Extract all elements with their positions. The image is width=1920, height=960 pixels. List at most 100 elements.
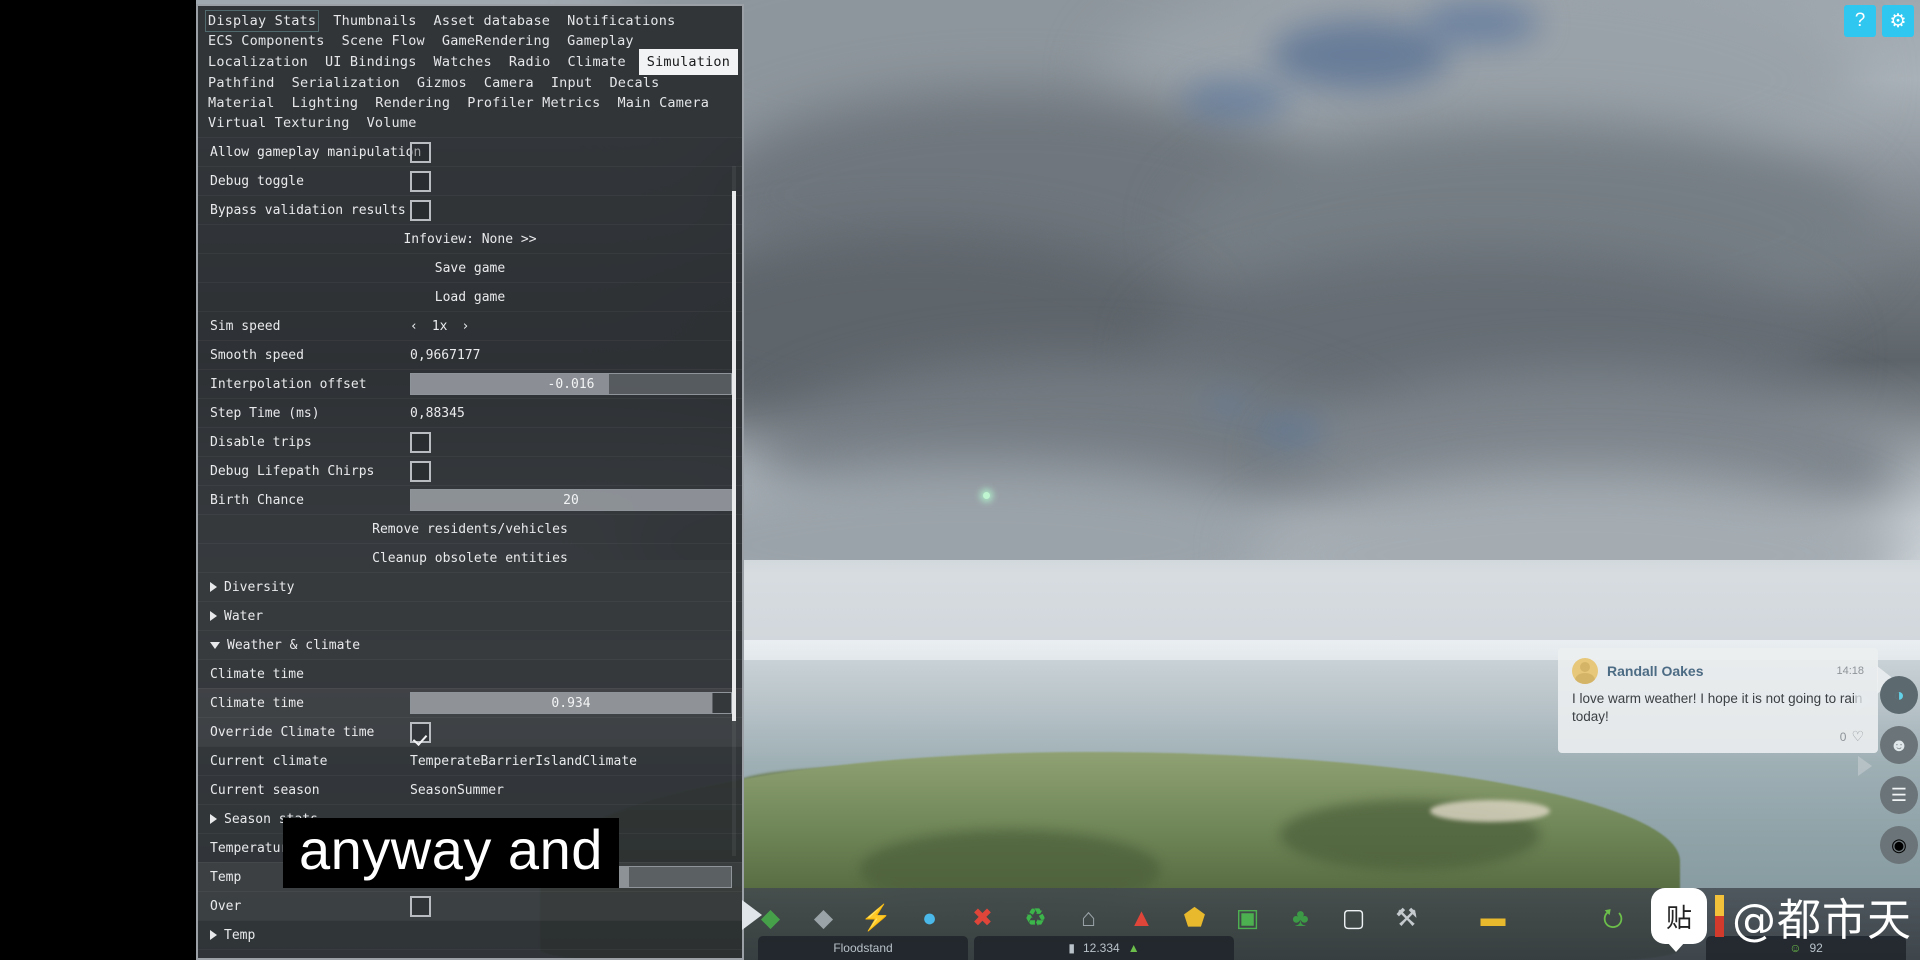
vertical-scrollbar[interactable] [732,166,736,856]
debug-tab-bar[interactable]: Display Stats Thumbnails Asset database … [198,6,742,137]
row-bypass-validation-results[interactable]: Bypass validation results [198,195,742,224]
water-toggle[interactable]: Water [198,609,410,624]
healthcare-tool-icon[interactable]: ✖ [956,905,1009,931]
row-save-game[interactable]: Save game [198,253,742,282]
tab-profiler-metrics[interactable]: Profiler Metrics [465,93,602,113]
roads-tool-icon[interactable]: ◆ [797,905,850,931]
tab-gizmos[interactable]: Gizmos [415,73,469,93]
zoning-tool-icon[interactable]: ◆ [744,905,797,931]
row-infoview[interactable]: Infoview: None >> [198,224,742,253]
row-weather-climate[interactable]: Weather & climate [198,630,742,659]
garbage-tool-icon[interactable]: ♻ [1009,905,1062,931]
tab-localization[interactable]: Localization [206,52,310,72]
tab-gamerendering[interactable]: GameRendering [440,31,552,51]
population-chip[interactable]: ▮ 12.334 ▲ [974,936,1234,960]
row-cleanup-obsolete-entities[interactable]: Cleanup obsolete entities [198,543,742,572]
infoview-button[interactable]: Infoview: None >> [198,232,742,247]
tab-simulation[interactable]: Simulation [638,49,739,75]
override-temperature-checkbox[interactable] [410,895,431,917]
allow-gameplay-manipulation-checkbox[interactable] [410,141,431,163]
tab-ui-bindings[interactable]: UI Bindings [323,52,419,72]
electricity-tool-icon[interactable]: ⚡ [850,905,903,931]
gear-icon[interactable]: ⚙ [1882,5,1914,37]
tab-lighting[interactable]: Lighting [290,93,361,113]
row-temperature-sub[interactable]: Temp [198,920,742,949]
scrollbar-thumb[interactable] [732,191,736,721]
snow-sin-speed-prev-button[interactable]: ‹ [410,957,418,959]
row-snow-sin-speed[interactable]: Snow sin speed ‹ 1x › [198,949,742,959]
slider-knob[interactable] [713,693,731,713]
tab-volume[interactable]: Volume [365,113,419,133]
birth-chance-slider[interactable]: 20 [410,489,732,511]
water-sewage-tool-icon[interactable]: ● [903,905,956,931]
tab-input[interactable]: Input [549,73,595,93]
communications-tool-icon[interactable]: ▢ [1327,905,1380,931]
row-birth-chance[interactable]: Birth Chance 20 [198,485,742,514]
temperature-sub-toggle[interactable]: Temp [198,928,410,943]
tab-serialization[interactable]: Serialization [290,73,402,93]
heart-icon[interactable]: ♡ [1851,728,1864,745]
disable-trips-checkbox[interactable] [410,431,431,453]
sim-speed-prev-button[interactable]: ‹ [410,319,418,334]
tab-radio[interactable]: Radio [507,52,553,72]
notes-button[interactable]: ☰ [1880,776,1918,814]
citizen-info-button[interactable]: ☻ [1880,726,1918,764]
help-icon[interactable]: ? [1844,5,1876,37]
remove-residents-vehicles-button[interactable]: Remove residents/vehicles [198,522,742,537]
tab-main-camera[interactable]: Main Camera [615,93,711,113]
interpolation-offset-slider[interactable]: -0.016 [410,373,732,395]
row-sim-speed[interactable]: Sim speed ‹ 1x › [198,311,742,340]
weather-climate-toggle[interactable]: Weather & climate [198,638,410,653]
row-override-temperature[interactable]: Over [198,891,742,920]
row-climate-time[interactable]: Climate time 0.934 [198,688,742,717]
photo-mode-button[interactable]: ◉ [1880,826,1918,864]
tab-camera[interactable]: Camera [482,73,536,93]
chirper-message[interactable]: Randall Oakes 14:18 I love warm weather!… [1558,648,1895,754]
floodstand-chip[interactable]: Floodstand [758,936,968,960]
climate-time-slider[interactable]: 0.934 [410,692,732,714]
transportation-tool-icon[interactable]: ▣ [1221,905,1274,931]
snow-sin-speed-next-button[interactable]: › [461,957,469,959]
water-tool-button[interactable]: ◑ [1880,676,1918,714]
tab-material[interactable]: Material [206,93,277,113]
snow-sin-speed-stepper[interactable]: ‹ 1x › [410,957,469,959]
police-tool-icon[interactable]: ⬟ [1168,905,1221,931]
tab-climate[interactable]: Climate [565,52,627,72]
row-load-game[interactable]: Load game [198,282,742,311]
load-game-button[interactable]: Load game [198,290,742,305]
tab-scene-flow[interactable]: Scene Flow [340,31,427,51]
sim-speed-next-button[interactable]: › [461,319,469,334]
row-disable-trips[interactable]: Disable trips [198,427,742,456]
save-game-button[interactable]: Save game [198,261,742,276]
tab-virtual-texturing[interactable]: Virtual Texturing [206,113,352,133]
tab-pathfind[interactable]: Pathfind [206,73,277,93]
tab-decals[interactable]: Decals [607,73,661,93]
tab-thumbnails[interactable]: Thumbnails [331,11,418,31]
tab-gameplay[interactable]: Gameplay [565,31,636,51]
tab-rendering[interactable]: Rendering [373,93,452,113]
fire-rescue-tool-icon[interactable]: ▲ [1115,905,1168,931]
row-remove-residents-vehicles[interactable]: Remove residents/vehicles [198,514,742,543]
chirper-author[interactable]: Randall Oakes [1607,663,1827,679]
tab-watches[interactable]: Watches [432,52,494,72]
diversity-toggle[interactable]: Diversity [198,580,410,595]
sim-speed-stepper[interactable]: ‹ 1x › [410,319,469,334]
tab-notifications[interactable]: Notifications [565,11,677,31]
row-interpolation-offset[interactable]: Interpolation offset -0.016 [198,369,742,398]
debug-lifepath-chirps-checkbox[interactable] [410,460,431,482]
tab-ecs-components[interactable]: ECS Components [206,31,327,51]
row-debug-toggle[interactable]: Debug toggle [198,166,742,195]
cleanup-obsolete-entities-button[interactable]: Cleanup obsolete entities [198,551,742,566]
row-debug-lifepath-chirps[interactable]: Debug Lifepath Chirps [198,456,742,485]
debug-panel[interactable]: Display Stats Thumbnails Asset database … [196,4,744,960]
row-diversity[interactable]: Diversity [198,572,742,601]
row-water[interactable]: Water [198,601,742,630]
debug-toggle-checkbox[interactable] [410,170,431,192]
row-allow-gameplay-manipulation[interactable]: Allow gameplay manipulation [198,137,742,166]
education-tool-icon[interactable]: ⌂ [1062,905,1115,931]
parks-recreation-tool-icon[interactable]: ♣ [1274,905,1327,931]
tab-asset-database[interactable]: Asset database [432,11,553,31]
override-climate-time-checkbox[interactable] [410,721,431,743]
row-override-climate-time[interactable]: Override Climate time [198,717,742,746]
bulldoze-tool-icon[interactable]: ▬ [1433,905,1553,931]
